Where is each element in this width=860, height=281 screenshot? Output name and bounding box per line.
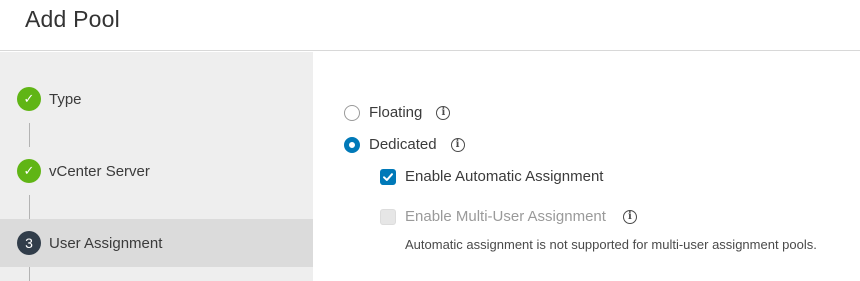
- wizard-step-label: Type: [49, 91, 82, 108]
- multi-user-option: Enable Multi-User Assignment i: [380, 208, 637, 225]
- auto-assign-label: Enable Automatic Assignment: [405, 168, 604, 185]
- multi-user-label: Enable Multi-User Assignment: [405, 208, 606, 225]
- dedicated-option[interactable]: Dedicated i: [344, 136, 465, 153]
- floating-label: Floating: [369, 104, 423, 121]
- multi-user-note: Automatic assignment is not supported fo…: [405, 237, 817, 252]
- step-number: 3: [17, 231, 41, 255]
- auto-assign-checkbox[interactable]: [380, 168, 396, 185]
- wizard-step-label: User Assignment: [49, 235, 163, 252]
- wizard-sidebar: ✓ Type ✓ vCenter Server 3 User Assignmen…: [0, 52, 313, 281]
- check-icon: ✓: [17, 87, 41, 111]
- page-title: Add Pool: [25, 6, 120, 32]
- check-icon: ✓: [17, 159, 41, 183]
- wizard-step-label: vCenter Server: [49, 163, 150, 180]
- floating-radio[interactable]: [344, 104, 360, 121]
- wizard-step-user-assignment[interactable]: 3 User Assignment: [0, 219, 313, 267]
- wizard-step-type[interactable]: ✓ Type: [0, 75, 313, 123]
- multi-user-checkbox[interactable]: [380, 208, 396, 225]
- wizard-step-vcenter-server[interactable]: ✓ vCenter Server: [0, 147, 313, 195]
- dedicated-radio[interactable]: [344, 136, 360, 153]
- floating-option[interactable]: Floating i: [344, 104, 451, 121]
- auto-assign-option[interactable]: Enable Automatic Assignment: [380, 168, 603, 185]
- assignment-panel: Floating i Dedicated i Enable Automatic …: [313, 52, 860, 281]
- check-icon: [383, 172, 393, 181]
- info-icon[interactable]: i: [436, 105, 451, 120]
- step-connector: [29, 267, 30, 281]
- info-icon[interactable]: i: [450, 137, 465, 152]
- step-connector: [29, 195, 30, 219]
- info-icon[interactable]: i: [622, 209, 637, 224]
- header: Add Pool: [0, 0, 860, 51]
- step-connector: [29, 123, 30, 147]
- dedicated-label: Dedicated: [369, 136, 437, 153]
